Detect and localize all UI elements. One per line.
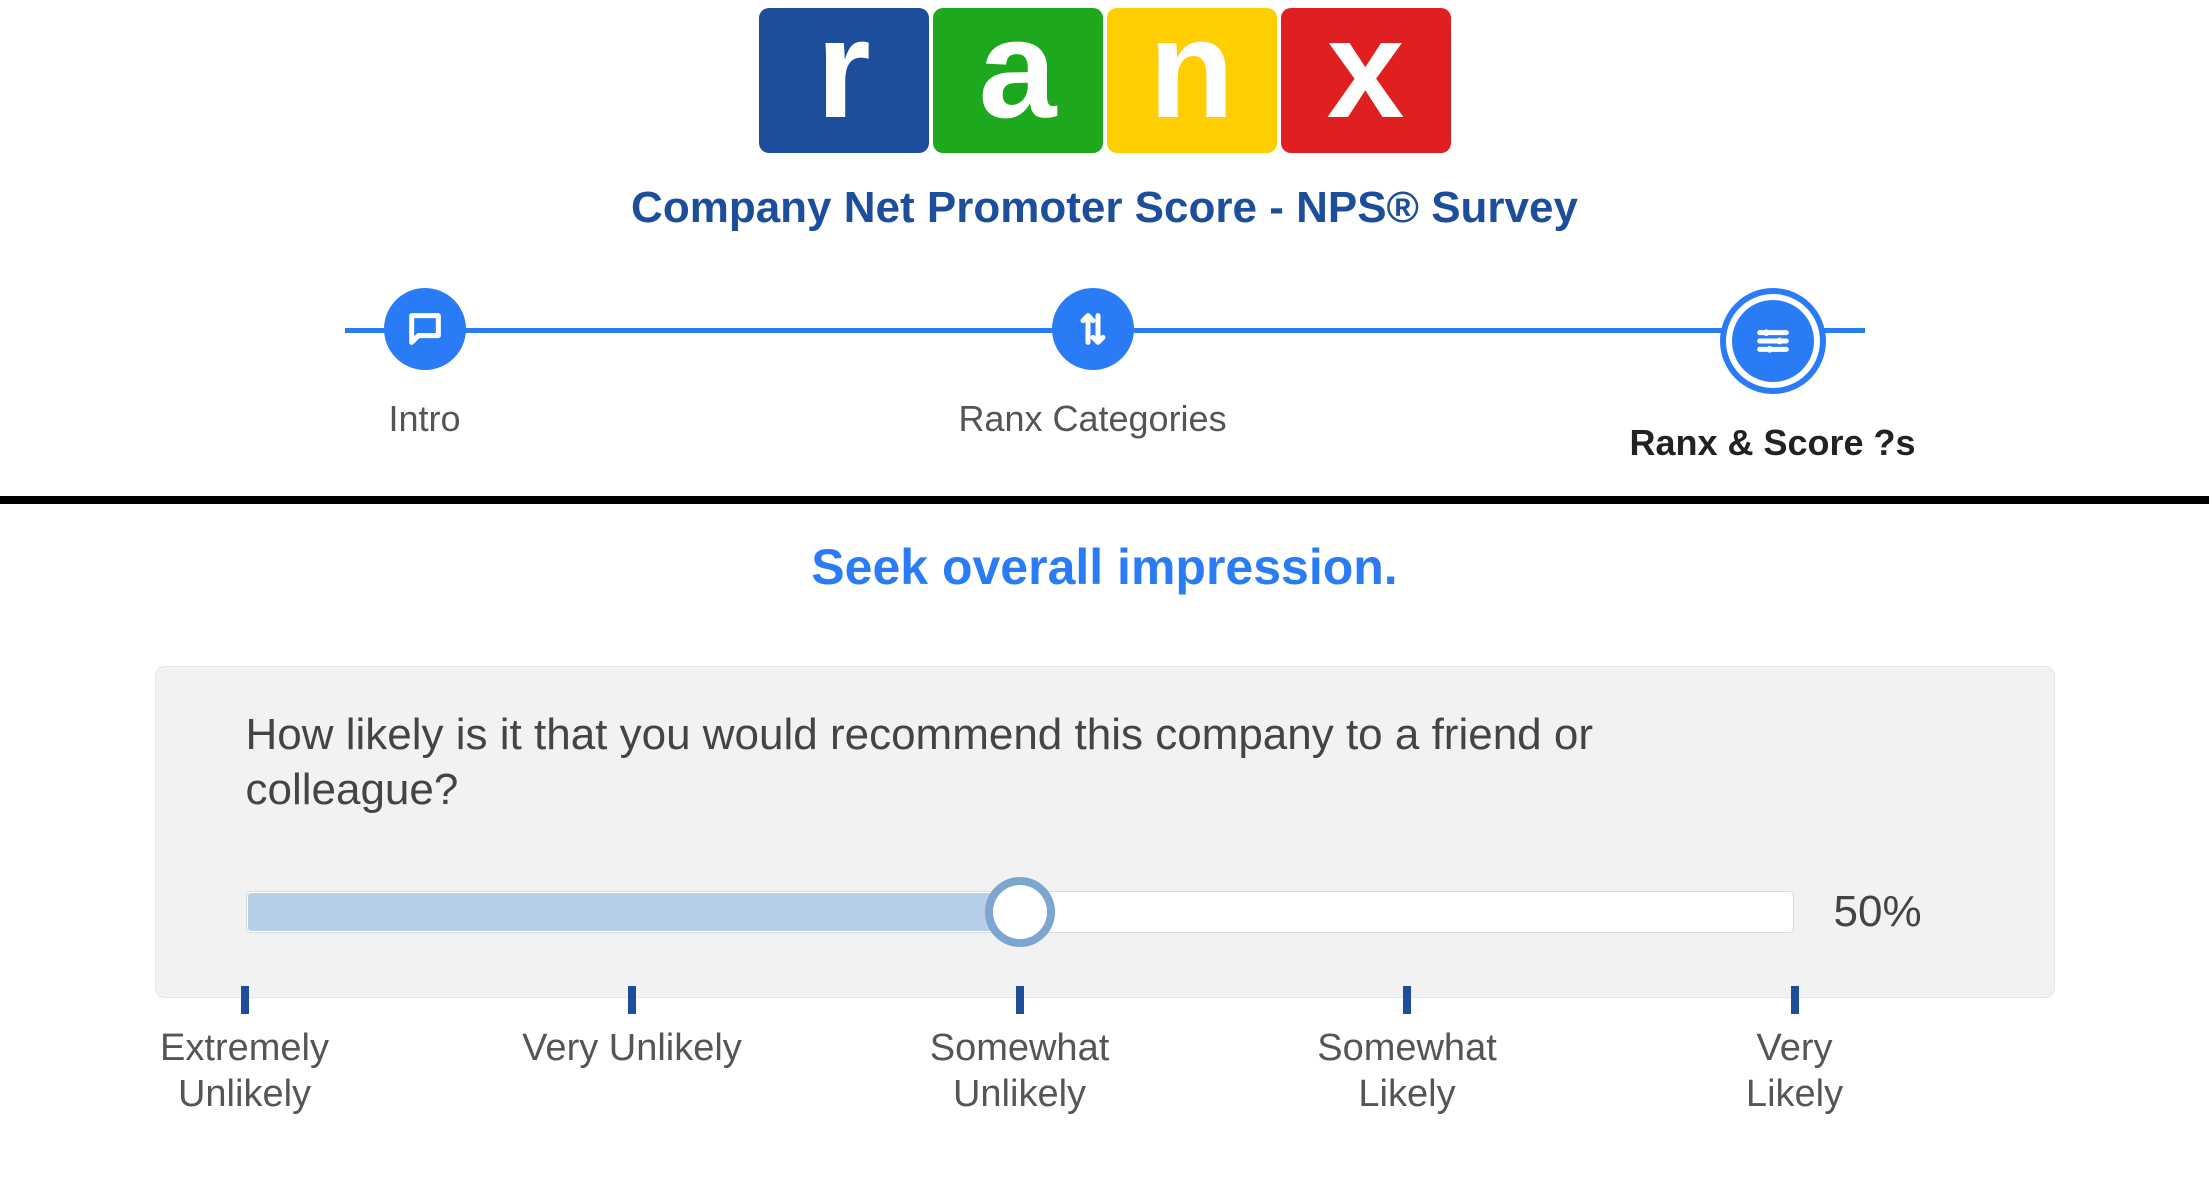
logo-tile-x: x xyxy=(1281,8,1451,153)
progress-steps: Intro Ranx Categories xyxy=(305,288,1905,464)
step-score[interactable]: Ranx & Score ?s xyxy=(1641,288,1905,464)
question-text: How likely is it that you would recommen… xyxy=(246,707,1746,817)
step-categories[interactable]: Ranx Categories xyxy=(973,288,1213,464)
survey-page: r a n x Company Net Promoter Score - NPS… xyxy=(0,0,2209,1185)
likelihood-slider[interactable] xyxy=(246,888,1794,936)
chat-icon xyxy=(405,309,445,349)
sliders-icon xyxy=(1753,321,1793,361)
scale-tick xyxy=(1791,986,1799,1014)
logo-letter-a: a xyxy=(979,0,1057,139)
step-score-circle xyxy=(1732,300,1814,382)
survey-title: Company Net Promoter Score - NPS® Survey xyxy=(0,183,2209,233)
step-intro[interactable]: Intro xyxy=(305,288,545,464)
progress-steps-row: Intro Ranx Categories xyxy=(305,288,1905,464)
step-intro-label: Intro xyxy=(388,398,460,440)
scale-label: Somewhat Unlikely xyxy=(930,1026,1110,1117)
question-card: How likely is it that you would recommen… xyxy=(155,666,2055,998)
logo-tile-a: a xyxy=(933,8,1103,153)
slider-track-fill xyxy=(248,893,1020,931)
slider-value: 50% xyxy=(1834,887,1964,937)
slider-row: 50% xyxy=(246,887,1964,937)
logo-letter-n: n xyxy=(1149,0,1235,139)
scale-label: Somewhat Likely xyxy=(1317,1026,1497,1117)
section-divider xyxy=(0,496,2209,504)
logo: r a n x xyxy=(0,0,2209,153)
step-categories-circle xyxy=(1052,288,1134,370)
step-score-label: Ranx & Score ?s xyxy=(1629,422,1915,464)
step-categories-label: Ranx Categories xyxy=(958,398,1226,440)
scale-tick xyxy=(1403,986,1411,1014)
scale-tick xyxy=(241,986,249,1014)
logo-tile-n: n xyxy=(1107,8,1277,153)
logo-letter-x: x xyxy=(1327,0,1405,139)
scale-label: Very Likely xyxy=(1746,1026,1843,1117)
scale-tick xyxy=(1016,986,1024,1014)
scale-label: Extremely Unlikely xyxy=(160,1026,329,1117)
section-heading: Seek overall impression. xyxy=(0,538,2209,596)
arrows-icon xyxy=(1073,309,1113,349)
scale-wrap: Extremely UnlikelyVery UnlikelySomewhat … xyxy=(155,986,2055,1016)
logo-tile-r: r xyxy=(759,8,929,153)
logo-letter-r: r xyxy=(816,0,870,139)
slider-thumb[interactable] xyxy=(985,877,1055,947)
question-card-wrap: How likely is it that you would recommen… xyxy=(155,666,2055,998)
scale-ticks xyxy=(245,986,1795,1016)
step-intro-circle xyxy=(384,288,466,370)
scale-tick xyxy=(628,986,636,1014)
scale-label: Very Unlikely xyxy=(522,1026,742,1072)
